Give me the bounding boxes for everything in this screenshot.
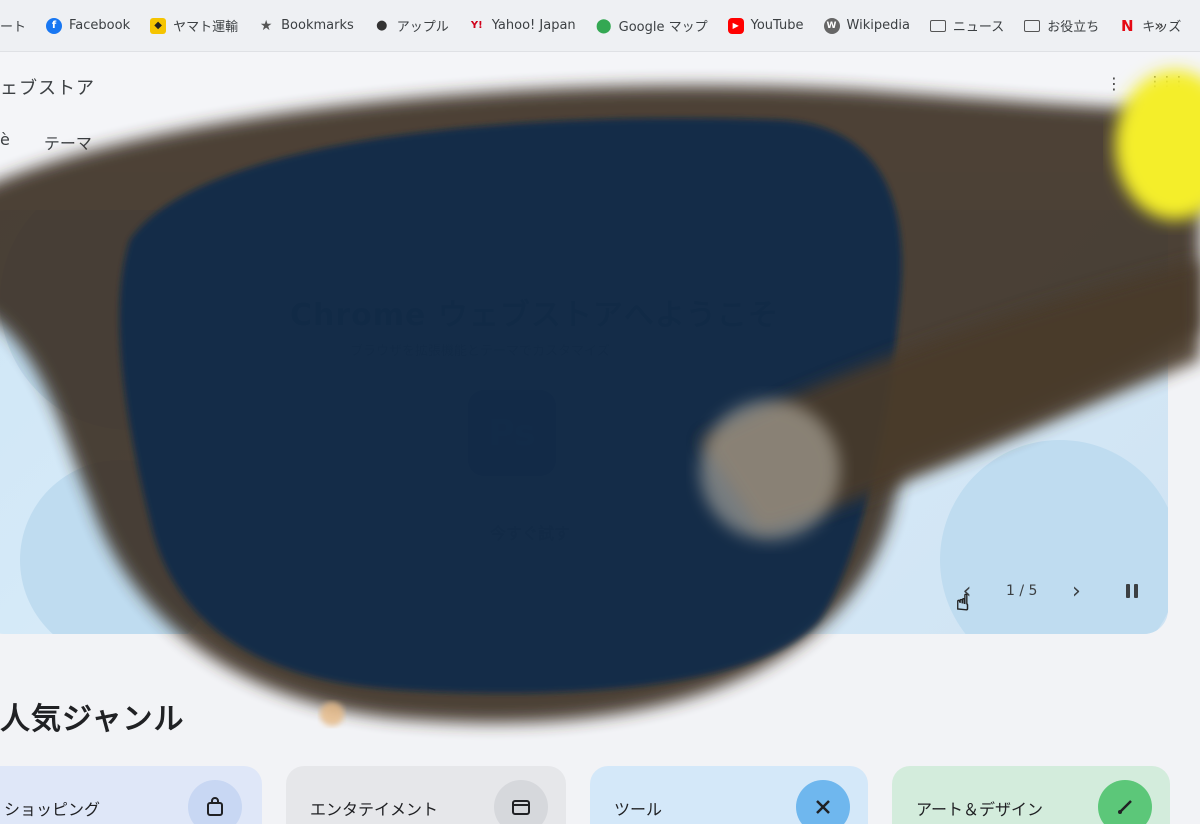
carousel-counter: 1 / 5 [1006, 583, 1038, 599]
star-icon: ★ [259, 17, 273, 34]
popular-genres-heading: 人気ジャンル [0, 702, 185, 737]
bookmark-label: ート [0, 20, 27, 35]
apple-icon: ● [376, 18, 388, 33]
genre-card-shopping[interactable]: ショッピング [0, 766, 262, 824]
bookmark-label: Facebook [69, 18, 131, 33]
genre-label: ショッピング [4, 800, 101, 819]
app-tile-icon[interactable] [230, 390, 318, 476]
bookmark-label: Bookmarks [281, 18, 354, 33]
nav-item-extensions[interactable]: ѐ [0, 130, 10, 154]
store-nav: ѐ テーマ [0, 130, 92, 154]
bookmark-label: ニュース [952, 20, 1005, 35]
bookmark-label: Google マップ [618, 20, 708, 35]
hero-title: Chrome ウェブストアへようこそ [290, 298, 779, 333]
bookmark-label: お役立ち [1047, 20, 1100, 35]
genre-card-art-design[interactable]: アート＆デザイン [892, 766, 1170, 824]
bookmark-google-maps[interactable]: ⬤ Google マップ [586, 16, 718, 36]
carousel-prev-button[interactable]: ‹ [950, 574, 984, 608]
bookmarks-overflow-button[interactable]: » [1154, 16, 1164, 35]
carousel-controls: ‹ 1 / 5 › [950, 574, 1149, 608]
wikipedia-icon: W [823, 17, 840, 34]
decorative-shape [0, 210, 260, 430]
genre-card-entertainment[interactable]: エンタテイメント [286, 766, 566, 824]
bookmark-yahoo[interactable]: Y! Yahoo! Japan [459, 18, 586, 34]
apps-grid-icon[interactable]: ⋮⋮⋮ [1148, 74, 1186, 90]
bookmark-apple[interactable]: ● アップル [364, 16, 459, 35]
carousel-next-button[interactable]: › [1059, 574, 1093, 608]
hero-cta-button[interactable]: 今すぐ試す [490, 520, 570, 544]
calendar-movie-icon [494, 780, 548, 824]
app-tile-label: Ps [488, 412, 536, 454]
shopping-bag-icon [188, 780, 242, 824]
bookmark-label: ヤマト運輸 [173, 20, 239, 35]
photoshop-icon[interactable]: Ps [468, 390, 556, 476]
folder-icon [1024, 19, 1041, 32]
bookmark-label: アップル [396, 20, 449, 35]
bookmark-label: Yahoo! Japan [491, 18, 576, 33]
bookmark-news-folder[interactable]: ニュース [920, 16, 1014, 35]
more-options-icon[interactable]: ⋮ [1106, 74, 1122, 93]
hero-app-tiles: Ps [230, 390, 556, 476]
hero-banner[interactable]: Chrome ウェブストアへようこそ ブラウザを拡張機能とテーマでカスタマイズ … [0, 210, 1168, 634]
yahoo-icon: Y! [470, 20, 483, 31]
nav-item-themes[interactable]: テーマ [44, 130, 92, 154]
yamato-icon: ◆ [150, 17, 167, 34]
bookmark-folder[interactable]: ート [0, 16, 36, 35]
pause-icon [1126, 584, 1139, 598]
maps-pin-icon: ⬤ [595, 17, 612, 34]
rivet-highlight [320, 702, 344, 726]
store-header: ェブストア ѐ テーマ ⋮ ⋮⋮⋮ [0, 52, 1200, 172]
netflix-icon: N [1121, 16, 1134, 35]
bookmark-kids[interactable]: N キッズ [1109, 16, 1191, 36]
genre-label: ツール [614, 800, 663, 819]
genre-label: アート＆デザイン [916, 800, 1044, 819]
bookmark-facebook[interactable]: f Facebook [36, 17, 140, 34]
genre-card-tools[interactable]: ツール [590, 766, 868, 824]
bookmark-bookmarks[interactable]: ★ Bookmarks [248, 18, 364, 34]
bookmark-label: YouTube [750, 18, 804, 33]
bookmark-wikipedia[interactable]: W Wikipedia [814, 17, 920, 34]
bookmark-label: Wikipedia [846, 18, 910, 33]
brush-icon [1098, 780, 1152, 824]
genre-list: ショッピング エンタテイメント ツール アート＆デザイン [0, 766, 1170, 824]
facebook-icon: f [46, 17, 63, 34]
bookmark-yamato[interactable]: ◆ ヤマト運輸 [140, 16, 248, 35]
bookmarks-bar: ート f Facebook ◆ ヤマト運輸 ★ Bookmarks ● アップル… [0, 0, 1200, 52]
genre-label: エンタテイメント [310, 800, 439, 819]
tools-icon [796, 780, 850, 824]
carousel-pause-button[interactable] [1115, 574, 1149, 608]
app-tile-icon[interactable] [358, 398, 428, 468]
hero-subtitle: ブラウザを拡張機能とテーマでカスタマイズ [350, 344, 610, 359]
youtube-icon: ▶ [727, 17, 744, 34]
bookmark-youtube[interactable]: ▶ YouTube [718, 17, 814, 34]
bookmark-useful-folder[interactable]: お役立ち [1014, 16, 1109, 35]
store-title[interactable]: ェブストア [0, 74, 95, 100]
folder-icon [929, 19, 946, 32]
decorative-shape [20, 460, 220, 634]
